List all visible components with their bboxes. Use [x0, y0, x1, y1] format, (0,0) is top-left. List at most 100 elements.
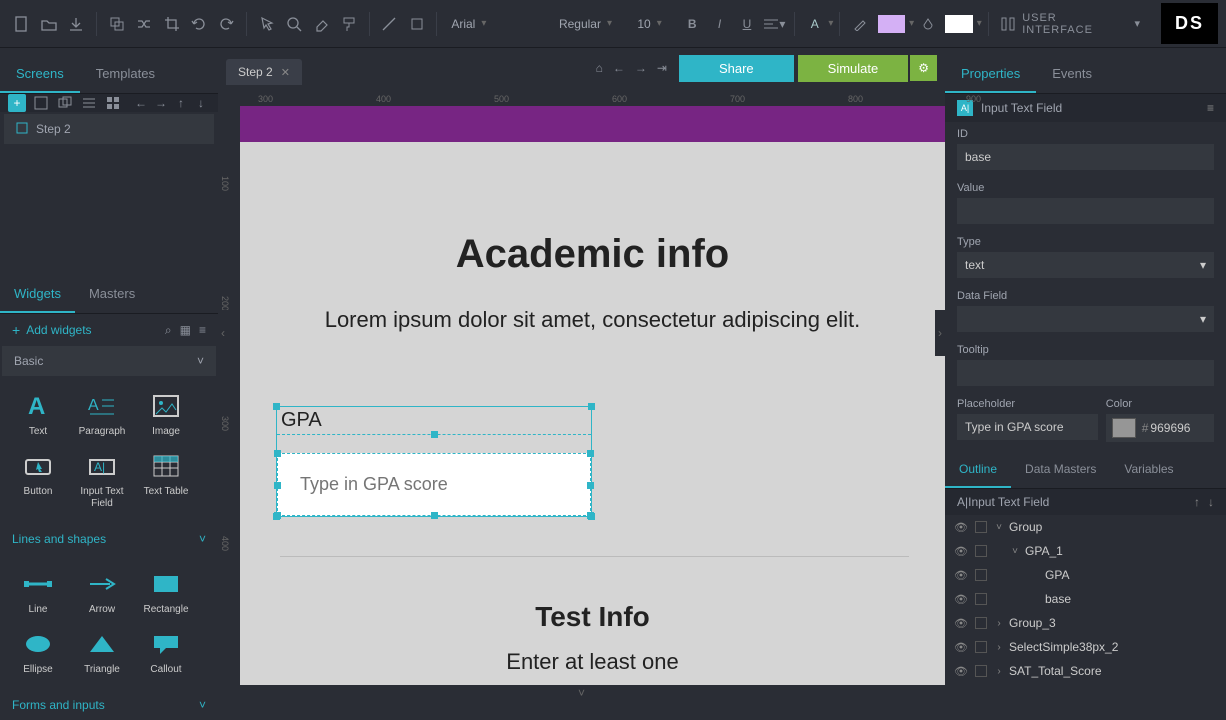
distribute-icon[interactable] [997, 12, 1020, 36]
prop-placeholder-input[interactable] [957, 414, 1098, 440]
font-family-select[interactable]: Arial▾ [443, 10, 551, 38]
font-size-select[interactable]: 10▾ [629, 10, 678, 38]
stroke-color-swatch[interactable] [878, 15, 905, 33]
visibility-icon[interactable]: 👁 [953, 593, 969, 606]
widget-image[interactable]: Image [134, 384, 198, 444]
tab-widgets[interactable]: Widgets [0, 276, 75, 313]
widget-button[interactable]: Button [6, 444, 70, 516]
undo-icon[interactable] [187, 12, 210, 36]
color-swatch[interactable] [1112, 418, 1136, 438]
lock-checkbox[interactable] [975, 593, 987, 605]
visibility-icon[interactable]: 👁 [953, 665, 969, 678]
move-up-icon[interactable]: ↑ [1194, 495, 1200, 509]
doc-tab-step2[interactable]: Step 2 ✕ [226, 59, 302, 85]
expand-icon[interactable]: ˅ [993, 522, 1005, 533]
cursor-icon[interactable] [255, 12, 278, 36]
widget-ellipse[interactable]: Ellipse [6, 622, 70, 682]
selected-field-group[interactable]: GPA [276, 406, 592, 517]
widgets-category-lines[interactable]: Lines and shapes˅ [0, 524, 218, 554]
tab-screens[interactable]: Screens [0, 56, 80, 93]
visibility-icon[interactable]: 👁 [953, 545, 969, 558]
nav-down-icon[interactable]: ↓ [192, 94, 210, 112]
tab-masters[interactable]: Masters [75, 276, 149, 313]
widget-text[interactable]: AText [6, 384, 70, 444]
screen-image-icon[interactable] [32, 94, 50, 112]
prop-type-select[interactable]: text▾ [957, 252, 1214, 278]
widgets-category-basic[interactable]: Basic˅ [2, 346, 216, 376]
lock-checkbox[interactable] [975, 569, 987, 581]
font-weight-select[interactable]: Regular▾ [551, 10, 629, 38]
nav-back-icon[interactable]: ← [132, 94, 150, 112]
underline-icon[interactable]: U [735, 12, 758, 36]
prop-color-input[interactable]: #969696 [1106, 414, 1214, 442]
expand-icon[interactable]: › [993, 618, 1005, 629]
italic-icon[interactable]: I [708, 12, 731, 36]
collapse-right-icon[interactable]: › [935, 310, 945, 356]
fill-icon[interactable] [916, 12, 939, 36]
export-icon[interactable]: ⇥ [657, 61, 667, 75]
align-icon[interactable]: ▾ [763, 12, 786, 36]
prop-value-input[interactable] [957, 198, 1214, 224]
outline-item[interactable]: 👁›Group_3 [945, 611, 1226, 635]
line-tool-icon[interactable] [378, 12, 401, 36]
outline-item[interactable]: 👁˅Group [945, 515, 1226, 539]
share-button[interactable]: Share [679, 55, 794, 82]
lock-checkbox[interactable] [975, 521, 987, 533]
widgets-category-forms[interactable]: Forms and inputs˅ [0, 690, 218, 720]
crop-icon[interactable] [160, 12, 183, 36]
prop-id-input[interactable] [957, 144, 1214, 170]
widget-rectangle[interactable]: Rectangle [134, 562, 198, 622]
widget-callout[interactable]: Callout [134, 622, 198, 682]
outline-item[interactable]: 👁˅GPA_1 [945, 539, 1226, 563]
lock-checkbox[interactable] [975, 617, 987, 629]
options-icon[interactable]: ≡ [1207, 101, 1214, 115]
tab-events[interactable]: Events [1036, 56, 1108, 93]
nav-fwd-icon[interactable]: → [152, 94, 170, 112]
gpa-input-container[interactable] [277, 453, 591, 516]
tab-properties[interactable]: Properties [945, 56, 1036, 93]
simulate-button[interactable]: Simulate [798, 55, 909, 82]
outline-item[interactable]: 👁›SelectSimple38px_2 [945, 635, 1226, 659]
add-screen-icon[interactable]: + [8, 94, 26, 112]
zoom-icon[interactable] [282, 12, 305, 36]
widget-paragraph[interactable]: AParagraph [70, 384, 134, 444]
widget-input-text[interactable]: A|Input Text Field [70, 444, 134, 516]
screen-duplicate-icon[interactable] [56, 94, 74, 112]
bold-icon[interactable]: B [680, 12, 703, 36]
shuffle-icon[interactable] [133, 12, 156, 36]
outline-item[interactable]: 👁base [945, 587, 1226, 611]
widget-line[interactable]: Line [6, 562, 70, 622]
expand-icon[interactable]: › [993, 666, 1005, 677]
add-widgets-button[interactable]: + Add widgets ⌕ ▦ ≡ [0, 314, 218, 346]
nav-up-icon[interactable]: ↑ [172, 94, 190, 112]
prop-tooltip-input[interactable] [957, 360, 1214, 386]
search-icon[interactable]: ⌕ [165, 323, 172, 338]
list-view-icon[interactable]: ≡ [199, 323, 206, 338]
expand-icon[interactable]: › [993, 642, 1005, 653]
tab-outline[interactable]: Outline [945, 452, 1011, 488]
home-icon[interactable]: ⌂ [596, 61, 603, 75]
prop-datafield-select[interactable]: ▾ [957, 306, 1214, 332]
tab-data-masters[interactable]: Data Masters [1011, 452, 1110, 488]
collapse-bottom-icon[interactable]: ˅ [218, 685, 945, 701]
eraser-icon[interactable] [310, 12, 333, 36]
tab-variables[interactable]: Variables [1110, 452, 1187, 488]
list-icon[interactable] [80, 94, 98, 112]
new-file-icon[interactable] [10, 12, 33, 36]
arrow-right-icon[interactable]: → [635, 61, 647, 75]
visibility-icon[interactable]: 👁 [953, 617, 969, 630]
redo-icon[interactable] [215, 12, 238, 36]
widget-arrow[interactable]: Arrow [70, 562, 134, 622]
close-icon[interactable]: ✕ [281, 66, 290, 79]
open-file-icon[interactable] [37, 12, 60, 36]
lock-checkbox[interactable] [975, 665, 987, 677]
pen-icon[interactable] [848, 12, 871, 36]
canvas[interactable]: Academic info Lorem ipsum dolor sit amet… [240, 106, 945, 685]
lock-checkbox[interactable] [975, 641, 987, 653]
shape-tool-icon[interactable] [405, 12, 428, 36]
move-down-icon[interactable]: ↓ [1208, 495, 1214, 509]
arrow-left-icon[interactable]: ← [613, 61, 625, 75]
expand-icon[interactable]: ˅ [1009, 546, 1021, 557]
outline-item[interactable]: 👁›SAT_Total_Score [945, 659, 1226, 683]
visibility-icon[interactable]: 👁 [953, 569, 969, 582]
